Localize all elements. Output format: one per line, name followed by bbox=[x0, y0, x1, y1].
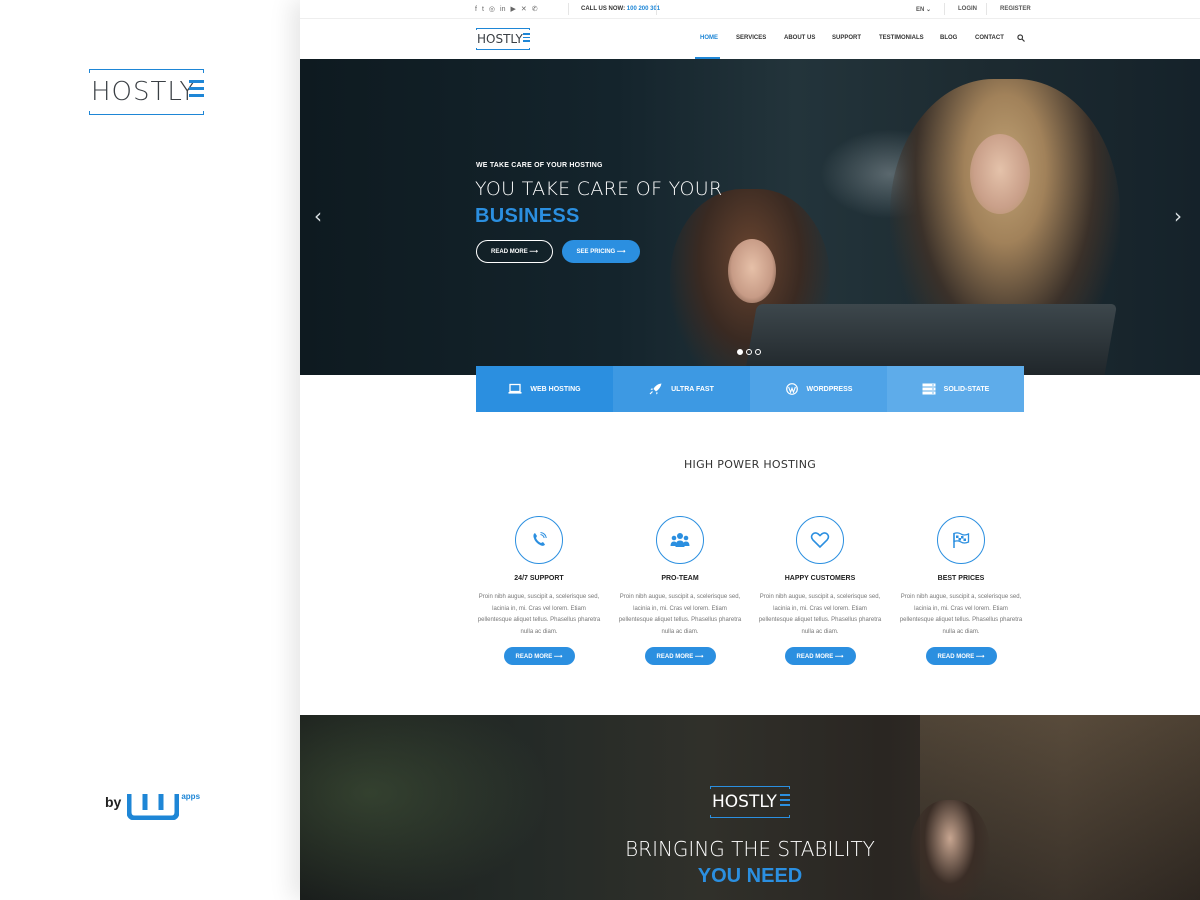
facebook-icon[interactable]: f bbox=[475, 6, 477, 13]
call-us: CALL US NOW: 100 200 301 bbox=[581, 6, 660, 12]
tab-solid-state[interactable]: SOLID-STATE bbox=[887, 366, 1024, 412]
feature-text: Proin nibh augue, suscipit a, scelerisqu… bbox=[477, 594, 601, 635]
feature-icon-circle bbox=[515, 516, 563, 564]
feature-title: 24/7 SUPPORT bbox=[514, 575, 564, 582]
hero-see-pricing-button[interactable]: SEE PRICING ⟶ bbox=[562, 240, 640, 263]
tab-label: WEB HOSTING bbox=[530, 385, 581, 393]
xing-icon[interactable]: ✕ bbox=[521, 6, 527, 13]
feature-read-more-button[interactable]: READ MORE ⟶ bbox=[784, 647, 856, 665]
server-icon bbox=[922, 383, 936, 395]
slider-prev-arrow-icon[interactable]: ‹ bbox=[314, 204, 322, 228]
maker-apps-label: apps bbox=[181, 792, 201, 801]
banner-logo-text: HOSTLY bbox=[712, 792, 777, 812]
feature-icon-circle bbox=[796, 516, 844, 564]
tab-label: WORDPRESS bbox=[806, 385, 853, 393]
rocket-icon bbox=[649, 383, 662, 395]
banner-logo: HOSTLY bbox=[710, 786, 790, 818]
nav-item-support[interactable]: SUPPORT bbox=[832, 35, 861, 41]
feature-card: 24/7 SUPPORT Proin nibh augue, suscipit … bbox=[476, 516, 602, 665]
phone-icon bbox=[533, 532, 547, 546]
instagram-icon[interactable]: ◎ bbox=[489, 6, 495, 13]
call-label: CALL US NOW: bbox=[581, 6, 626, 12]
brand-logo: HOSTLY bbox=[89, 69, 204, 115]
slider-next-arrow-icon[interactable]: › bbox=[1174, 204, 1182, 228]
brand-logo-text: HOSTLY bbox=[91, 77, 197, 107]
slider-dot[interactable] bbox=[755, 349, 761, 355]
nav-item-contact[interactable]: CONTACT bbox=[975, 35, 1004, 41]
hero-read-more-button[interactable]: READ MORE ⟶ bbox=[476, 240, 553, 263]
showcase-canvas: HOSTLY by apps f t ◎ in ▶ ✕ ✆ CALL US NO… bbox=[0, 0, 1200, 900]
feature-read-more-button[interactable]: READ MORE ⟶ bbox=[925, 647, 997, 665]
slider-dot[interactable] bbox=[746, 349, 752, 355]
tab-wordpress[interactable]: WORDPRESS bbox=[750, 366, 887, 412]
feature-card: BEST PRICES Proin nibh augue, suscipit a… bbox=[898, 516, 1024, 665]
hero-slider: WE TAKE CARE OF YOUR HOSTING YOU TAKE CA… bbox=[300, 59, 1200, 375]
nav-logo-text: HOSTLY bbox=[477, 32, 523, 46]
section-title: HIGH POWER HOSTING bbox=[683, 458, 817, 471]
flag-icon bbox=[953, 532, 970, 548]
feature-read-more-button[interactable]: READ MORE ⟶ bbox=[503, 647, 575, 665]
feature-title: PRO-TEAM bbox=[661, 575, 699, 582]
tab-web-hosting[interactable]: WEB HOSTING bbox=[476, 366, 613, 412]
nav-item-testimonials[interactable]: TESTIMONIALS bbox=[879, 35, 924, 41]
brand-panel: HOSTLY by apps bbox=[0, 0, 300, 900]
menu-bars-icon bbox=[523, 33, 530, 44]
chevron-down-icon: ⌄ bbox=[926, 7, 932, 13]
tab-ultra-fast[interactable]: ULTRA FAST bbox=[613, 366, 750, 412]
wordpress-icon bbox=[785, 383, 798, 395]
banner-heading-line1: BRINGING THE STABILITY bbox=[625, 837, 875, 861]
hero-heading-line1: YOU TAKE CARE OF YOUR bbox=[475, 178, 723, 200]
slider-dots bbox=[737, 349, 761, 355]
feature-title: BEST PRICES bbox=[937, 575, 985, 582]
tab-label: SOLID-STATE bbox=[943, 385, 990, 393]
youtube-icon[interactable]: ▶ bbox=[510, 6, 515, 13]
menu-bars-icon bbox=[189, 80, 204, 104]
nav-item-about-us[interactable]: ABOUT US bbox=[784, 35, 815, 41]
hero-photo-monitor bbox=[742, 304, 1118, 375]
team-icon bbox=[670, 533, 690, 547]
heart-icon bbox=[810, 532, 830, 549]
feature-read-more-button[interactable]: READ MORE ⟶ bbox=[644, 647, 716, 665]
feature-icon-circle bbox=[937, 516, 985, 564]
top-bar: f t ◎ in ▶ ✕ ✆ CALL US NOW: 100 200 301 … bbox=[300, 0, 1200, 19]
nav-item-services[interactable]: SERVICES bbox=[736, 35, 766, 41]
feature-text: Proin nibh augue, suscipit a, scelerisqu… bbox=[899, 594, 1023, 635]
nav-logo[interactable]: HOSTLY bbox=[476, 28, 530, 50]
laptop-icon bbox=[508, 383, 522, 394]
menu-bars-icon bbox=[780, 794, 790, 809]
twitter-icon[interactable]: t bbox=[482, 6, 484, 13]
register-link[interactable]: REGISTER bbox=[1000, 6, 1031, 12]
main-nav: HOSTLY HOME SERVICES ABOUT US SUPPORT TE… bbox=[300, 19, 1200, 59]
hero-heading-line2: BUSINESS bbox=[475, 205, 580, 227]
feature-title: HAPPY CUSTOMERS bbox=[784, 575, 856, 582]
language-selector[interactable]: EN ⌄ bbox=[916, 6, 931, 13]
whatsapp-icon[interactable]: ✆ bbox=[532, 6, 538, 13]
nav-item-home[interactable]: HOME bbox=[700, 35, 718, 41]
by-label: by bbox=[105, 794, 122, 810]
login-link[interactable]: LOGIN bbox=[958, 6, 977, 12]
nav-item-blog[interactable]: BLOG bbox=[940, 35, 957, 41]
features-grid: 24/7 SUPPORT Proin nibh augue, suscipit … bbox=[476, 516, 1024, 676]
linkedin-icon[interactable]: in bbox=[500, 6, 505, 13]
feature-card: PRO-TEAM Proin nibh augue, suscipit a, s… bbox=[617, 516, 743, 665]
maker-logo-icon bbox=[127, 794, 180, 820]
language-label: EN bbox=[916, 7, 925, 13]
search-icon[interactable] bbox=[1017, 34, 1025, 42]
banner-heading-line2: YOU NEED bbox=[697, 865, 803, 887]
feature-text: Proin nibh augue, suscipit a, scelerisqu… bbox=[618, 594, 742, 635]
feature-text: Proin nibh augue, suscipit a, scelerisqu… bbox=[758, 594, 882, 635]
slider-dot[interactable] bbox=[737, 349, 743, 355]
feature-icon-circle bbox=[656, 516, 704, 564]
website-preview: f t ◎ in ▶ ✕ ✆ CALL US NOW: 100 200 301 … bbox=[300, 0, 1200, 900]
feature-card: HAPPY CUSTOMERS Proin nibh augue, suscip… bbox=[757, 516, 883, 665]
tab-label: ULTRA FAST bbox=[671, 385, 714, 393]
stability-banner: HOSTLY BRINGING THE STABILITY YOU NEED bbox=[300, 715, 1200, 900]
hero-kicker: WE TAKE CARE OF YOUR HOSTING bbox=[476, 162, 603, 169]
author-byline: by apps bbox=[105, 790, 200, 820]
feature-tabs: WEB HOSTING ULTRA FAST WORDPRESS SOLID-S… bbox=[476, 366, 1024, 412]
social-links: f t ◎ in ▶ ✕ ✆ bbox=[475, 6, 538, 13]
